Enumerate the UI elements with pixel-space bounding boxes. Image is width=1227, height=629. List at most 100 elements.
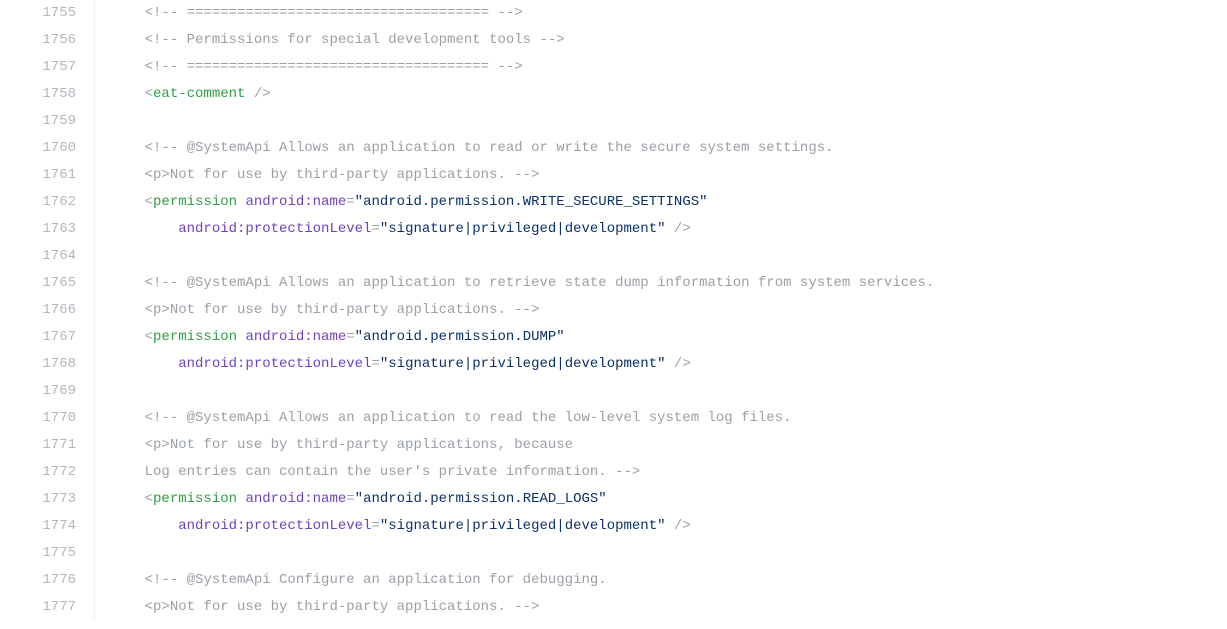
code-line: 1775 (0, 540, 1227, 567)
token-s: "signature|privileged|development" (380, 518, 666, 534)
code-content[interactable]: <permission android:name="android.permis… (95, 324, 1227, 351)
token-p: /> (245, 86, 270, 102)
line-number: 1776 (0, 567, 95, 594)
code-content[interactable]: <!-- @SystemApi Allows an application to… (95, 270, 1227, 297)
code-content[interactable]: <!-- ===================================… (95, 54, 1227, 81)
code-line: 1777 <p>Not for use by third-party appli… (0, 594, 1227, 621)
code-content[interactable] (95, 243, 1227, 270)
code-content[interactable]: android:protectionLevel="signature|privi… (95, 351, 1227, 378)
code-line: 1771 <p>Not for use by third-party appli… (0, 432, 1227, 459)
line-number: 1770 (0, 405, 95, 432)
line-number: 1775 (0, 540, 95, 567)
line-number: 1756 (0, 27, 95, 54)
code-line: 1757 <!-- ==============================… (0, 54, 1227, 81)
code-content[interactable]: <permission android:name="android.permis… (95, 486, 1227, 513)
token-a: android:name (245, 491, 346, 507)
line-number: 1773 (0, 486, 95, 513)
token-s: "android.permission.WRITE_SECURE_SETTING… (355, 194, 708, 210)
code-line: 1756 <!-- Permissions for special develo… (0, 27, 1227, 54)
code-content[interactable]: <p>Not for use by third-party applicatio… (95, 162, 1227, 189)
line-number: 1760 (0, 135, 95, 162)
token-p: = (346, 194, 354, 210)
token-c: <!-- @SystemApi Allows an application to… (145, 275, 935, 291)
token-s: "signature|privileged|development" (380, 221, 666, 237)
line-number: 1772 (0, 459, 95, 486)
code-line: 1760 <!-- @SystemApi Allows an applicati… (0, 135, 1227, 162)
code-content[interactable]: <!-- @SystemApi Allows an application to… (95, 405, 1227, 432)
code-line: 1758 <eat-comment /> (0, 81, 1227, 108)
code-line: 1764 (0, 243, 1227, 270)
line-number: 1765 (0, 270, 95, 297)
token-p: = (346, 329, 354, 345)
token-c: <p>Not for use by third-party applicatio… (145, 599, 540, 615)
line-number: 1774 (0, 513, 95, 540)
code-line: 1763 android:protectionLevel="signature|… (0, 216, 1227, 243)
code-line: 1762 <permission android:name="android.p… (0, 189, 1227, 216)
line-number: 1763 (0, 216, 95, 243)
token-a: android:protectionLevel (178, 221, 371, 237)
token-c: <p>Not for use by third-party applicatio… (145, 302, 540, 318)
code-line: 1772 Log entries can contain the user's … (0, 459, 1227, 486)
code-line: 1755 <!-- ==============================… (0, 0, 1227, 27)
code-content[interactable]: <eat-comment /> (95, 81, 1227, 108)
line-number: 1767 (0, 324, 95, 351)
code-content[interactable] (95, 540, 1227, 567)
line-number: 1769 (0, 378, 95, 405)
token-p: = (371, 356, 379, 372)
code-content[interactable]: <p>Not for use by third-party applicatio… (95, 432, 1227, 459)
token-a: android:name (245, 329, 346, 345)
token-s: "signature|privileged|development" (380, 356, 666, 372)
code-line: 1770 <!-- @SystemApi Allows an applicati… (0, 405, 1227, 432)
code-line: 1776 <!-- @SystemApi Configure an applic… (0, 567, 1227, 594)
code-line: 1773 <permission android:name="android.p… (0, 486, 1227, 513)
token-c: <!-- @SystemApi Allows an application to… (145, 140, 834, 156)
token-t: eat-comment (153, 86, 245, 102)
line-number: 1759 (0, 108, 95, 135)
token-c: <!-- @SystemApi Allows an application to… (145, 410, 792, 426)
code-content[interactable]: <p>Not for use by third-party applicatio… (95, 594, 1227, 621)
code-content[interactable]: <permission android:name="android.permis… (95, 189, 1227, 216)
line-number: 1757 (0, 54, 95, 81)
code-line: 1759 (0, 108, 1227, 135)
code-line: 1767 <permission android:name="android.p… (0, 324, 1227, 351)
token-p: < (145, 491, 153, 507)
token-a: android:protectionLevel (178, 356, 371, 372)
code-line: 1774 android:protectionLevel="signature|… (0, 513, 1227, 540)
line-number: 1777 (0, 594, 95, 621)
token-c: <!-- ===================================… (145, 59, 523, 75)
token-p: < (145, 194, 153, 210)
code-content[interactable] (95, 108, 1227, 135)
token-t: permission (153, 491, 237, 507)
code-listing: 1755 <!-- ==============================… (0, 0, 1227, 621)
code-content[interactable]: <!-- @SystemApi Configure an application… (95, 567, 1227, 594)
code-line: 1765 <!-- @SystemApi Allows an applicati… (0, 270, 1227, 297)
code-content[interactable]: <!-- ===================================… (95, 0, 1227, 27)
code-content[interactable]: <!-- @SystemApi Allows an application to… (95, 135, 1227, 162)
code-content[interactable] (95, 378, 1227, 405)
token-p: /> (666, 356, 691, 372)
token-c: <!-- ===================================… (145, 5, 523, 21)
code-line: 1768 android:protectionLevel="signature|… (0, 351, 1227, 378)
code-line: 1769 (0, 378, 1227, 405)
code-line: 1766 <p>Not for use by third-party appli… (0, 297, 1227, 324)
line-number: 1761 (0, 162, 95, 189)
code-content[interactable]: <!-- Permissions for special development… (95, 27, 1227, 54)
code-content[interactable]: <p>Not for use by third-party applicatio… (95, 297, 1227, 324)
line-number: 1764 (0, 243, 95, 270)
line-number: 1766 (0, 297, 95, 324)
token-p: < (145, 329, 153, 345)
line-number: 1768 (0, 351, 95, 378)
line-number: 1755 (0, 0, 95, 27)
token-p: = (371, 221, 379, 237)
code-line: 1761 <p>Not for use by third-party appli… (0, 162, 1227, 189)
token-p: = (371, 518, 379, 534)
token-p: = (346, 491, 354, 507)
code-content[interactable]: android:protectionLevel="signature|privi… (95, 513, 1227, 540)
token-p: /> (666, 518, 691, 534)
line-number: 1758 (0, 81, 95, 108)
token-p: < (145, 86, 153, 102)
token-p: /> (666, 221, 691, 237)
token-c: <p>Not for use by third-party applicatio… (145, 167, 540, 183)
code-content[interactable]: android:protectionLevel="signature|privi… (95, 216, 1227, 243)
code-content[interactable]: Log entries can contain the user's priva… (95, 459, 1227, 486)
